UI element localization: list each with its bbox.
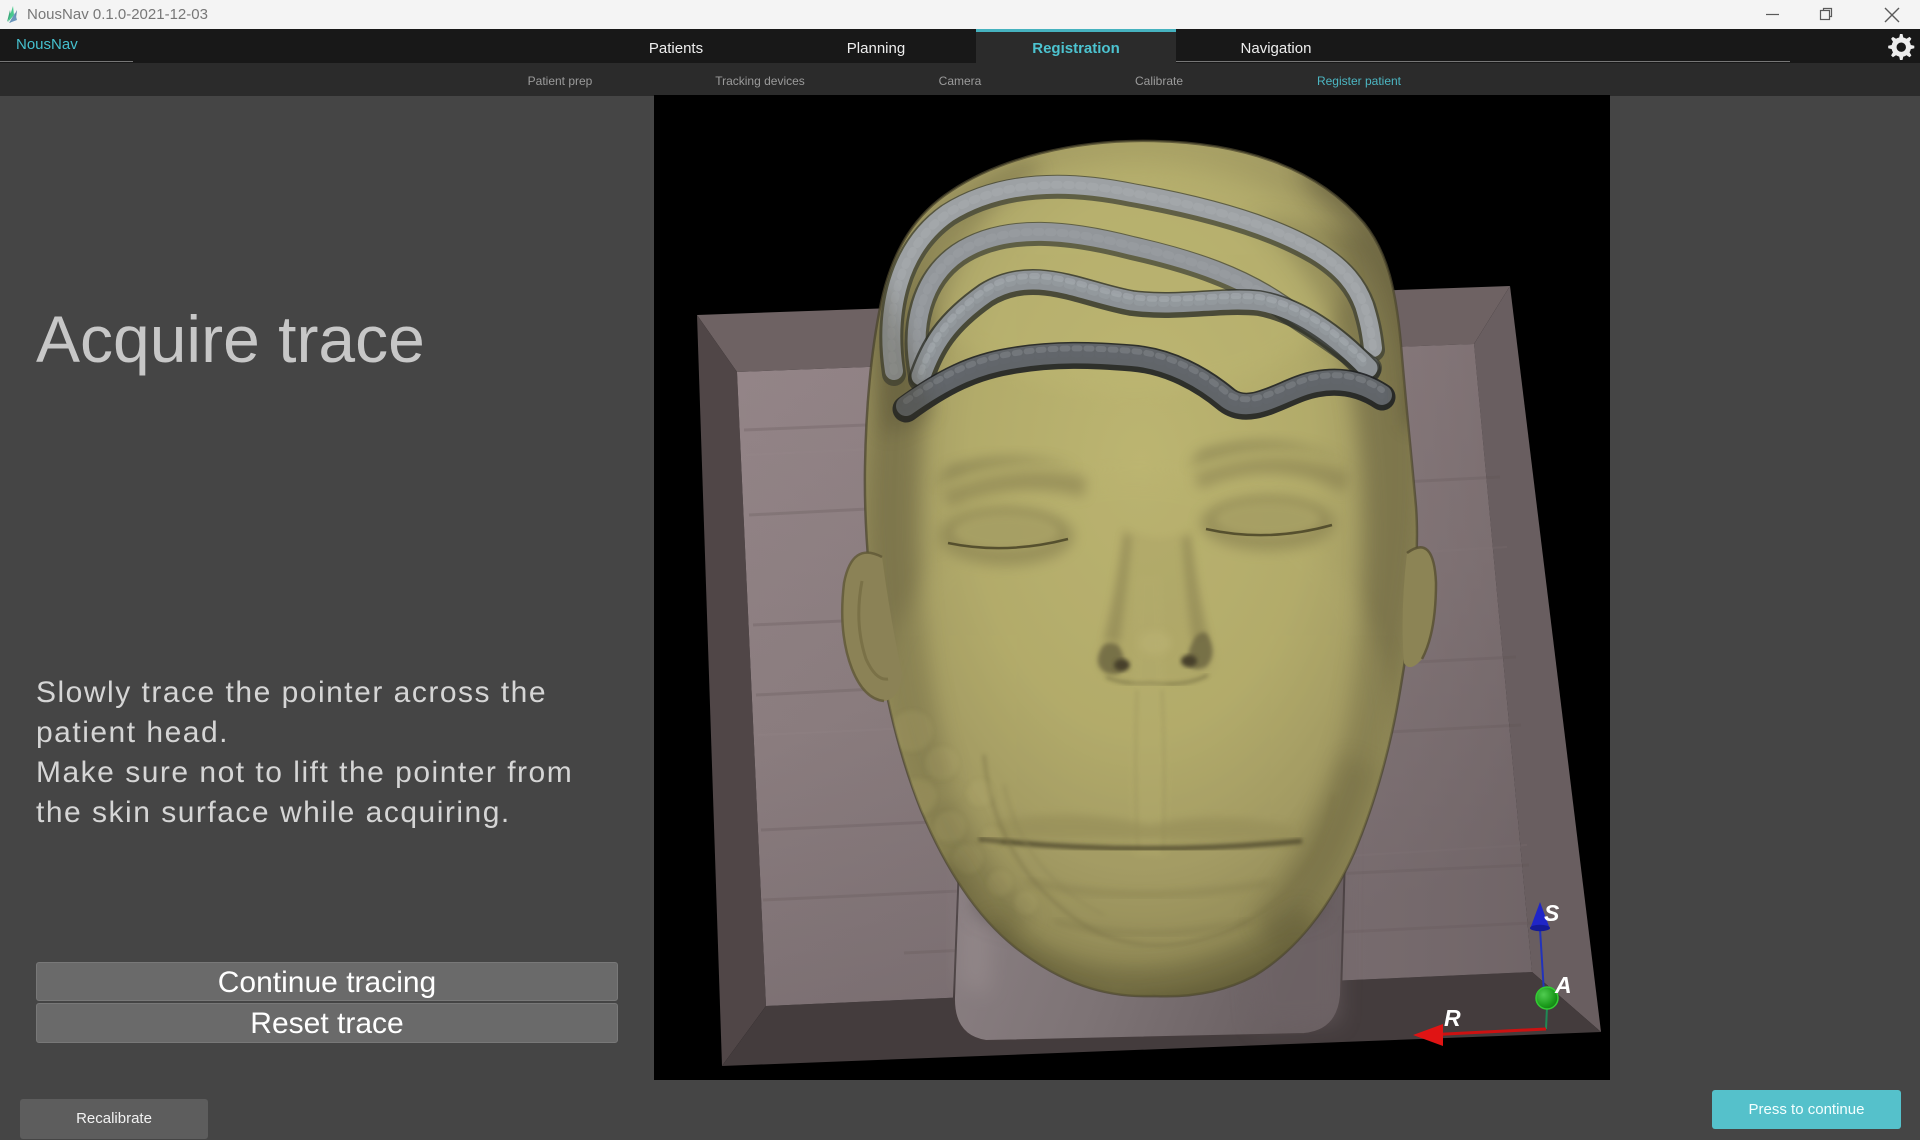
svg-text:R: R — [1444, 1005, 1461, 1031]
svg-text:S: S — [1544, 900, 1560, 926]
svg-text:A: A — [1554, 972, 1572, 998]
